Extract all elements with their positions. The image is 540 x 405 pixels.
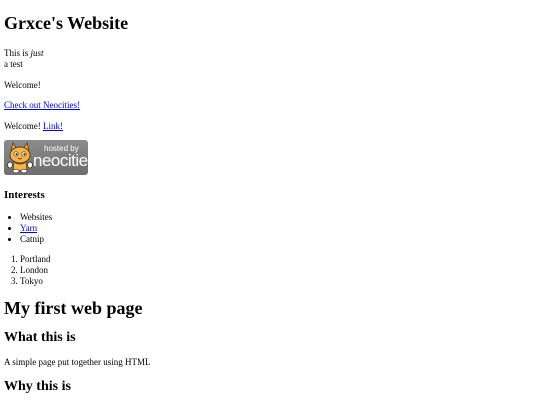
interest-label: Websites — [20, 212, 53, 223]
why-heading: Why this is — [4, 378, 71, 394]
intro-text: This is — [4, 48, 31, 58]
city-item: London — [20, 265, 536, 276]
interest-item: Yarn — [20, 223, 536, 234]
interest-link-yarn[interactable]: Yarn — [20, 223, 37, 233]
first-page-heading: My first web page — [4, 298, 143, 319]
what-description: A simple page put together using HTML — [4, 357, 151, 368]
page-content: Grxce's Website This is just a test Welc… — [0, 0, 540, 396]
badge-neocities-text: neocities — [33, 150, 88, 170]
site-title: Grxce's Website — [4, 13, 129, 33]
interests-heading: Interests — [4, 188, 45, 201]
interest-item: Catnip — [20, 234, 536, 245]
interests-list: Websites Yarn Catnip — [4, 212, 536, 245]
intro-line-2: a test — [4, 58, 23, 69]
link-link[interactable]: Link! — [43, 121, 63, 131]
what-heading: What this is — [4, 330, 76, 346]
welcome-text: Welcome! — [4, 79, 41, 90]
neocities-paragraph: Check out Neocities! — [4, 100, 536, 111]
interest-item: Websites — [20, 212, 536, 223]
welcome-link-paragraph: Welcome! Link! — [4, 121, 536, 132]
city-item: Portland — [20, 254, 536, 265]
interest-label: Catnip — [20, 234, 44, 245]
intro-paragraph: This is just a test — [4, 48, 536, 70]
welcome-text-2: Welcome! — [4, 121, 44, 132]
neocities-badge[interactable]: hosted by neocities — [4, 139, 88, 175]
intro-emphasis: just — [30, 48, 44, 58]
cities-list: Portland London Tokyo — [4, 254, 536, 287]
neocities-cat-icon — [7, 142, 33, 174]
city-item: Tokyo — [20, 276, 536, 287]
neocities-link[interactable]: Check out Neocities! — [4, 100, 80, 110]
